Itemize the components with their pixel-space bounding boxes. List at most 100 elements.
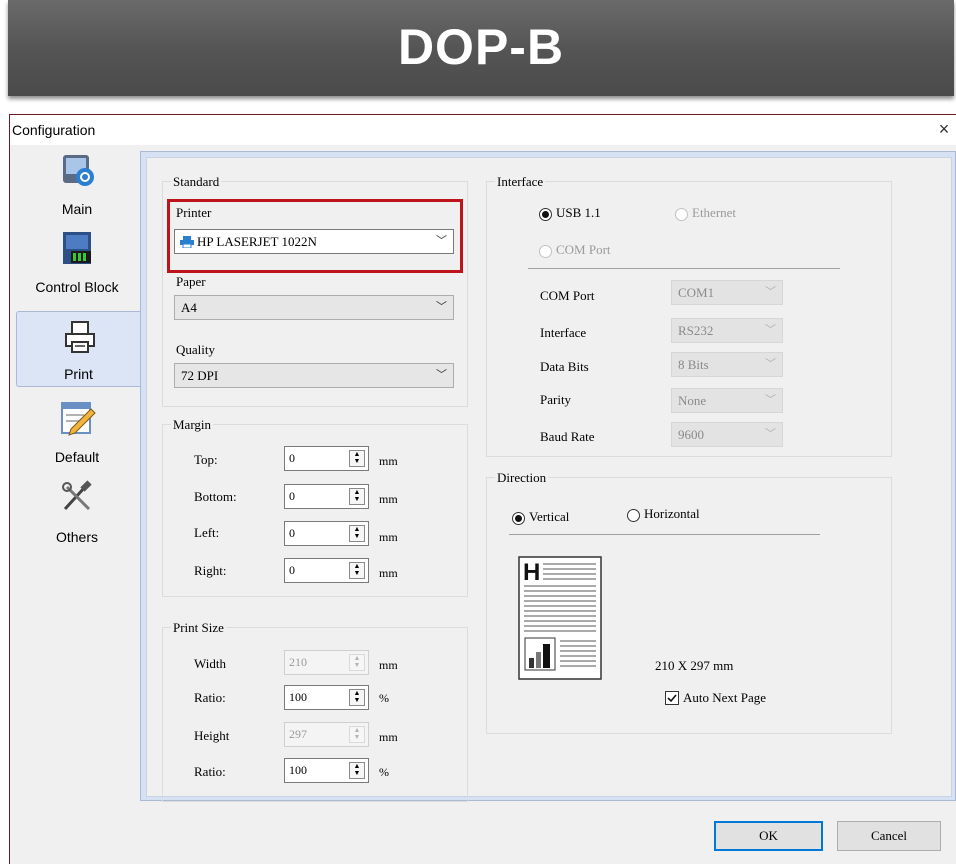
com-port-radio[interactable] bbox=[539, 245, 552, 258]
margin-left-label: Left: bbox=[194, 525, 220, 540]
usb-label: USB 1.1 bbox=[556, 205, 601, 220]
parity-select[interactable]: None ﹀ bbox=[671, 388, 783, 413]
sidebar-item-control-block[interactable]: Control Block bbox=[14, 223, 140, 299]
spin-buttons-icon[interactable]: ▲ ▼ bbox=[349, 654, 365, 671]
banner-title: DOP-B bbox=[397, 19, 565, 75]
width-ratio-input[interactable]: 100 ▲ ▼ bbox=[284, 685, 369, 710]
main-icon bbox=[63, 155, 94, 186]
unit-label: % bbox=[379, 691, 389, 705]
group-label: Interface bbox=[495, 174, 546, 190]
checkmark-icon bbox=[667, 694, 677, 703]
chevron-down-icon: ﹀ bbox=[765, 286, 776, 298]
height-input[interactable]: 297 ▲ ▼ bbox=[284, 722, 369, 747]
unit-label: mm bbox=[379, 454, 398, 468]
margin-top-label: Top: bbox=[194, 452, 218, 467]
margin-right-input[interactable]: 0 ▲ ▼ bbox=[284, 558, 369, 583]
title-bar: Configuration × bbox=[10, 115, 956, 145]
margin-bottom-label: Bottom: bbox=[194, 489, 237, 504]
margin-group: Margin Top: 0 ▲ ▼ mm Bottom: 0 ▲ ▼ mm Left… bbox=[162, 417, 468, 597]
spin-buttons-icon[interactable]: ▲ ▼ bbox=[349, 726, 365, 743]
ethernet-label: Ethernet bbox=[692, 205, 737, 220]
spin-buttons-icon[interactable]: ▲ ▼ bbox=[349, 450, 365, 467]
divider bbox=[509, 534, 820, 535]
horizontal-radio[interactable] bbox=[627, 509, 640, 522]
sidebar-item-label: Main bbox=[61, 201, 93, 217]
horizontal-label: Horizontal bbox=[644, 506, 700, 521]
sidebar-item-main[interactable]: Main bbox=[14, 145, 140, 221]
spin-buttons-icon[interactable]: ▲ ▼ bbox=[349, 562, 365, 579]
printer-icon bbox=[65, 321, 95, 353]
auto-next-page-checkbox[interactable] bbox=[665, 691, 679, 705]
close-icon[interactable]: × bbox=[933, 118, 955, 140]
margin-bottom-input[interactable]: 0 ▲ ▼ bbox=[284, 484, 369, 509]
sidebar-item-print[interactable]: Print bbox=[16, 311, 140, 387]
ethernet-radio[interactable] bbox=[675, 208, 688, 221]
chevron-down-icon: ﹀ bbox=[436, 235, 447, 247]
sidebar-item-label: Others bbox=[55, 529, 98, 545]
paper-select[interactable]: A4 ﹀ bbox=[174, 295, 454, 320]
unit-label: mm bbox=[379, 658, 398, 672]
com-port-select[interactable]: COM1 ﹀ bbox=[671, 280, 783, 305]
quality-select[interactable]: 72 DPI ﹀ bbox=[174, 363, 454, 388]
sidebar-item-label: Control Block bbox=[35, 279, 119, 295]
standard-group: Standard Printer HP LASERJET 1022N ﹀ Pap… bbox=[162, 174, 468, 407]
printer-small-icon bbox=[180, 236, 194, 248]
group-label: Margin bbox=[171, 417, 214, 433]
sidebar: Main Control Block Print Default Others bbox=[10, 145, 140, 801]
ok-button[interactable]: OK bbox=[714, 821, 823, 851]
chevron-down-icon: ﹀ bbox=[436, 301, 447, 313]
margin-right-label: Right: bbox=[194, 563, 227, 578]
quality-value: 72 DPI bbox=[181, 368, 219, 383]
unit-label: mm bbox=[379, 492, 398, 506]
group-label: Direction bbox=[495, 470, 549, 486]
tools-icon bbox=[62, 480, 92, 511]
title-banner: DOP-B bbox=[8, 0, 954, 96]
sidebar-item-others[interactable]: Others bbox=[14, 473, 140, 549]
print-size-group: Print Size Width 210 ▲ ▼ mm Ratio: 100 ▲ ▼… bbox=[162, 620, 468, 802]
margin-top-input[interactable]: 0 ▲ ▼ bbox=[284, 446, 369, 471]
unit-label: mm bbox=[379, 730, 398, 744]
printer-select[interactable]: HP LASERJET 1022N ﹀ bbox=[174, 229, 454, 254]
direction-group: Direction Vertical Horizontal H 210 X 29… bbox=[486, 470, 892, 734]
sidebar-item-default[interactable]: Default bbox=[14, 393, 140, 469]
settings-panel-inner: Standard Printer HP LASERJET 1022N ﹀ Pap… bbox=[146, 157, 952, 802]
width-input[interactable]: 210 ▲ ▼ bbox=[284, 650, 369, 675]
spin-buttons-icon[interactable]: ▲ ▼ bbox=[349, 762, 365, 779]
com-port-radio-label: COM Port bbox=[556, 242, 611, 257]
com-port-label: COM Port bbox=[540, 288, 595, 303]
printer-value: HP LASERJET 1022N bbox=[197, 234, 317, 249]
control-block-icon bbox=[63, 232, 91, 264]
interface-select[interactable]: RS232 ﹀ bbox=[671, 318, 783, 343]
default-edit-icon bbox=[61, 402, 96, 436]
window-title: Configuration bbox=[12, 122, 96, 138]
group-label: Standard bbox=[171, 174, 222, 190]
cancel-button[interactable]: Cancel bbox=[837, 821, 941, 851]
spin-buttons-icon[interactable]: ▲ ▼ bbox=[349, 525, 365, 542]
group-label: Print Size bbox=[171, 620, 226, 636]
usb-radio[interactable] bbox=[539, 208, 552, 221]
margin-left-input[interactable]: 0 ▲ ▼ bbox=[284, 521, 369, 546]
chevron-down-icon: ﹀ bbox=[765, 324, 776, 336]
configuration-dialog: Configuration × Main Control Block Print… bbox=[9, 114, 956, 864]
data-bits-label: Data Bits bbox=[540, 359, 589, 374]
parity-label: Parity bbox=[540, 392, 572, 407]
baud-rate-select[interactable]: 9600 ﹀ bbox=[671, 422, 783, 447]
page-preview-icon: H bbox=[518, 556, 602, 680]
spin-buttons-icon[interactable]: ▲ ▼ bbox=[349, 689, 365, 706]
chevron-down-icon: ﹀ bbox=[765, 428, 776, 440]
unit-label: mm bbox=[379, 530, 398, 544]
sidebar-item-label: Print bbox=[64, 366, 93, 382]
divider bbox=[528, 268, 840, 269]
vertical-radio[interactable] bbox=[512, 512, 525, 525]
chevron-down-icon: ﹀ bbox=[436, 369, 447, 381]
height-ratio-input[interactable]: 100 ▲ ▼ bbox=[284, 758, 369, 783]
page-size-label: 210 X 297 mm bbox=[655, 658, 734, 673]
spin-buttons-icon[interactable]: ▲ ▼ bbox=[349, 488, 365, 505]
height-ratio-label: Ratio: bbox=[194, 764, 226, 779]
baud-rate-label: Baud Rate bbox=[540, 429, 595, 444]
unit-label: mm bbox=[379, 566, 398, 580]
data-bits-select[interactable]: 8 Bits ﹀ bbox=[671, 352, 783, 377]
quality-label: Quality bbox=[176, 342, 215, 357]
paper-value: A4 bbox=[181, 300, 197, 315]
preview-letter: H bbox=[523, 559, 540, 586]
